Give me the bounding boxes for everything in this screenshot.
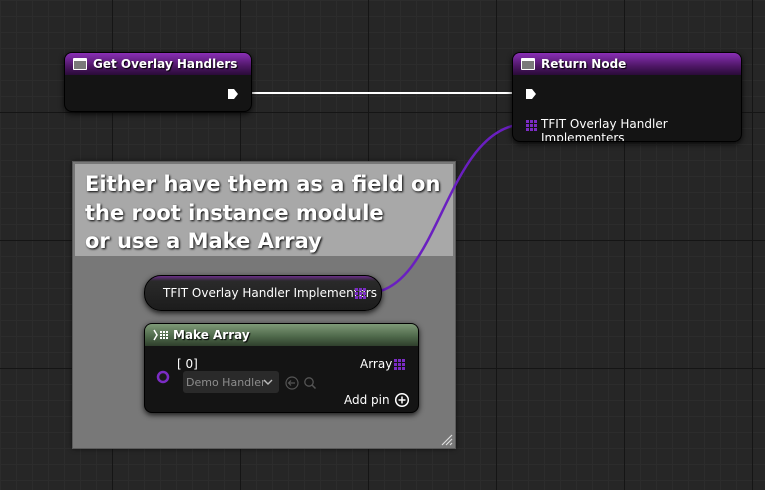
node-title: Get Overlay Handlers xyxy=(93,57,238,71)
resize-handle-icon[interactable] xyxy=(439,432,453,446)
make-array-icon xyxy=(153,329,168,341)
comment-header[interactable]: Either have them as a field on the root … xyxy=(75,164,453,256)
index-label: [ 0] xyxy=(177,357,198,371)
input-pin-icon[interactable] xyxy=(156,370,170,384)
node-title: Make Array xyxy=(173,328,250,342)
array-grid-icon[interactable] xyxy=(526,120,537,131)
handler-class-dropdown[interactable]: Demo Handler xyxy=(183,371,279,393)
exec-pin-icon[interactable] xyxy=(525,88,537,100)
node-header[interactable]: Get Overlay Handlers xyxy=(65,53,251,75)
array-output-label: Array xyxy=(360,357,393,371)
tfit-overlay-handler-implementers-variable-node[interactable]: TFIT Overlay Handler Implementers xyxy=(144,275,382,311)
node-header[interactable]: Make Array xyxy=(145,324,418,346)
add-circle-icon[interactable] xyxy=(394,392,410,408)
comment-text: Either have them as a field on the root … xyxy=(85,172,441,253)
node-header[interactable]: Return Node xyxy=(513,53,741,75)
node-title: Return Node xyxy=(541,57,627,71)
make-array-node[interactable]: Make Array [ 0] Array Add pin xyxy=(144,323,419,413)
function-icon xyxy=(521,58,535,70)
add-pin-label[interactable]: Add pin xyxy=(344,393,390,407)
dropdown-value: Demo Handler xyxy=(186,375,266,389)
array-grid-icon[interactable] xyxy=(355,288,366,299)
array-grid-icon[interactable] xyxy=(394,359,405,370)
return-node[interactable]: Return Node TFIT Overlay Handler Impleme… xyxy=(512,52,742,142)
get-overlay-handlers-node[interactable]: Get Overlay Handlers xyxy=(64,52,252,112)
exec-pin-icon[interactable] xyxy=(227,88,239,100)
output-pin-label: TFIT Overlay Handler Implementers xyxy=(541,117,668,142)
search-icon[interactable] xyxy=(303,376,317,390)
function-icon xyxy=(73,58,87,70)
back-arrow-icon[interactable] xyxy=(285,376,299,390)
variable-label: TFIT Overlay Handler Implementers xyxy=(163,286,377,300)
chevron-down-icon xyxy=(263,379,273,385)
